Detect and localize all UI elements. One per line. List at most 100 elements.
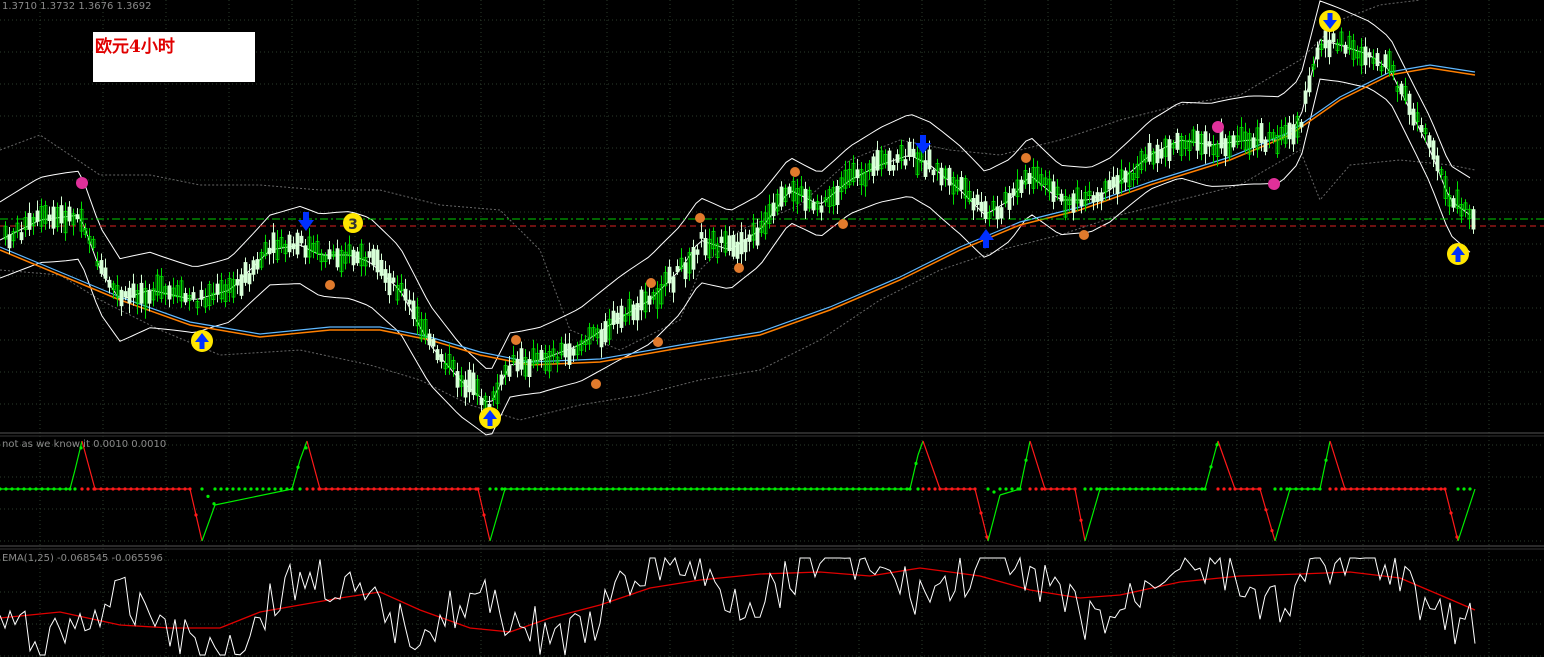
candle [1111,176,1116,188]
step-point [587,487,591,491]
candle [463,379,468,398]
step-point [635,487,639,491]
step-point [1024,458,1028,462]
candle [939,167,944,186]
step-point [1294,487,1298,491]
step-point [1010,487,1014,491]
buy-signal-icon [1447,243,1469,265]
step-point [761,487,765,491]
candle [67,206,72,222]
step-point [916,487,920,491]
candle [1263,140,1268,152]
step-point [462,487,466,491]
step-segment [1259,488,1276,542]
step-point [905,487,909,491]
candle [1223,138,1228,157]
step-point [944,487,948,491]
candle [719,236,724,243]
candle [695,249,700,255]
candle [599,329,604,348]
step-point [914,461,918,466]
step-segment [299,440,308,461]
step-point [324,487,328,491]
candle [1107,180,1112,190]
candle [747,234,752,242]
step-segment [201,504,216,542]
step-point [476,487,480,491]
step-point [86,487,90,491]
step-point [46,487,50,491]
step-point [533,487,537,491]
step-point [1222,487,1226,491]
step-point [887,487,891,491]
candle [1287,122,1292,140]
candle [971,198,976,211]
candle [1071,193,1076,213]
step-point [1258,487,1262,491]
candle [1435,155,1440,172]
step-point [255,487,259,491]
step-point [408,487,412,491]
buy-signal-icon [479,407,501,429]
step-point [1288,487,1292,491]
step-point [330,487,334,491]
step-point [1146,487,1150,491]
step-point [165,487,169,491]
step-point [611,487,615,491]
step-point [1367,487,1371,491]
band-middle [0,39,1471,403]
step-point [73,487,77,491]
step-point [183,487,187,491]
step-segment [214,488,293,506]
step-point [737,487,741,491]
step-point [68,487,72,491]
signal-dot-orange [790,167,800,177]
signal-dot-orange [646,278,656,288]
step-point [845,487,849,491]
step-point [1415,487,1419,491]
candle [1019,179,1024,193]
candle [215,283,220,295]
step-segment [1329,440,1346,490]
step-point [713,487,717,491]
step-point [123,487,127,491]
candle [603,321,608,343]
sell-arrow-icon [298,212,314,231]
candle [295,232,300,255]
candle [995,206,1000,220]
candle [7,234,12,249]
candle [891,164,896,171]
candle [771,202,776,217]
step-point [1140,487,1144,491]
signal-dot-magenta [76,177,88,189]
step-point [290,487,294,491]
candle [355,251,360,264]
step-point [360,487,364,491]
candle [267,247,272,255]
step-segment [1204,440,1219,490]
step-point [1018,487,1022,491]
candle [819,205,824,213]
candle [1323,30,1328,49]
step-point [402,487,406,491]
step-point [857,487,861,491]
step-point [494,487,498,491]
step-point [34,487,38,491]
step-point [839,487,843,491]
candle [975,194,980,205]
candle [1115,175,1120,195]
step-point [950,487,954,491]
step-segment [1217,440,1236,490]
candle [1451,198,1456,208]
candle [303,245,308,258]
candle [699,232,704,239]
step-point [273,487,277,491]
candle [1251,137,1256,148]
step-point [1349,487,1353,491]
candle [255,259,260,270]
candle [1383,54,1388,68]
step-point [927,487,931,491]
arrow-shaft [983,238,989,248]
signal-dot-orange [1021,153,1031,163]
step-point [1233,487,1237,491]
